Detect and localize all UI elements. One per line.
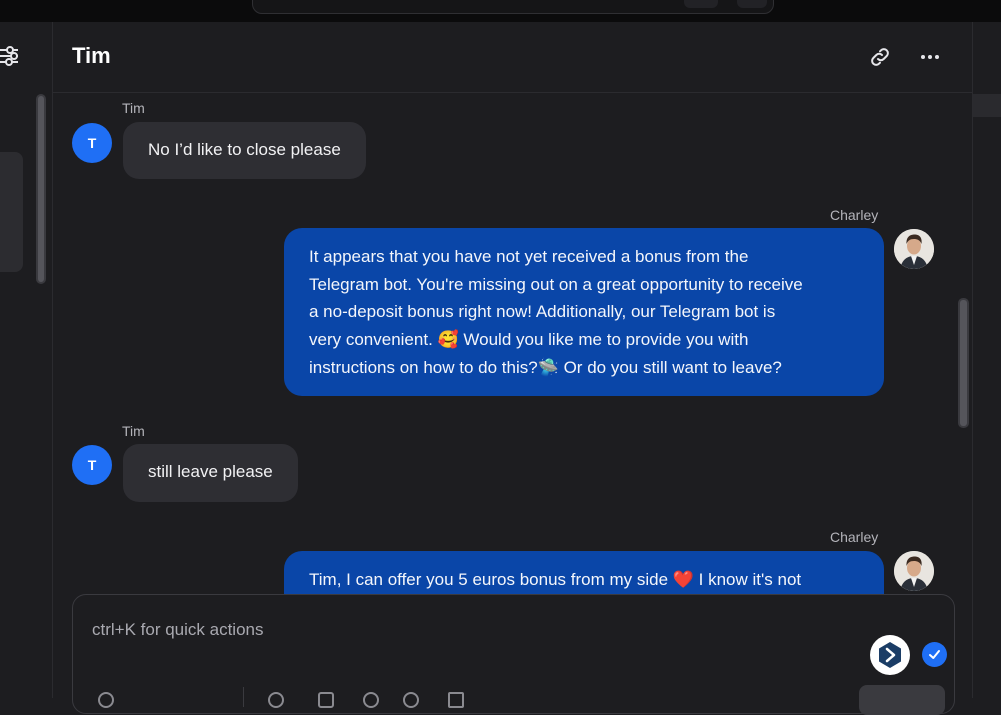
ufo-emoji: 🛸 [537, 358, 559, 378]
message-line: instructions on how to do this?🛸 Or do y… [309, 354, 859, 383]
incoming-message[interactable]: still leave please [123, 444, 298, 502]
search-shortcut-key [737, 0, 767, 8]
message-text: still leave please [148, 462, 273, 481]
incoming-message[interactable]: No I’d like to close please [123, 122, 366, 179]
attach-icon[interactable] [268, 692, 284, 708]
agent-photo [894, 551, 934, 591]
smiling-face-hearts-emoji: 🥰 [437, 329, 459, 350]
emoji-icon[interactable] [98, 692, 114, 708]
send-button[interactable] [859, 685, 945, 715]
avatar[interactable] [894, 229, 934, 269]
red-heart-emoji: ❤️ [672, 570, 694, 590]
link-icon[interactable] [868, 45, 892, 69]
more-icon[interactable] [918, 45, 942, 69]
conversation-list-item[interactable] [0, 152, 23, 272]
help-icon[interactable] [403, 692, 419, 708]
message-text: Tim, I can offer you 5 euros bonus from … [309, 570, 673, 589]
message-line: very convenient. 🥰 Would you like me to … [309, 326, 859, 355]
message-thread-scrollbar[interactable] [958, 298, 969, 428]
conversation-list-panel [0, 22, 53, 698]
avatar[interactable] [894, 551, 934, 591]
message-line: a no-deposit bonus right now! Additional… [309, 302, 776, 321]
message-sender: Charley [830, 207, 879, 223]
toolbar-divider [243, 687, 244, 707]
filter-icon[interactable] [0, 46, 22, 66]
message-text: very convenient. [309, 329, 438, 349]
text-format-icon[interactable] [318, 692, 334, 708]
message-line: Telegram bot. You're missing out on a gr… [309, 274, 803, 294]
message-sender: Tim [122, 423, 145, 439]
message-composer[interactable]: ctrl+K for quick actions [72, 594, 955, 715]
message-sender: Tim [122, 100, 145, 116]
search-shortcut-key [684, 0, 718, 8]
link-insert-icon[interactable] [363, 692, 379, 708]
chat-title: Tim [72, 43, 111, 68]
agent-photo [894, 229, 934, 269]
message-line: Tim, I can offer you 5 euros bonus from … [309, 566, 859, 595]
message-text: Would you like me to provide you with [458, 329, 749, 349]
top-bar [0, 0, 1001, 22]
message-thread: Tim T No I’d like to close please Charle… [53, 93, 972, 598]
side-panel-collapsed [972, 22, 1001, 698]
chat-header: Tim [53, 22, 972, 93]
check-icon[interactable] [922, 642, 947, 667]
message-text: I know it's not [693, 570, 802, 589]
sparkle-icon[interactable] [448, 692, 464, 708]
conversation-list-scrollbar[interactable] [36, 94, 46, 284]
side-panel-thumbnail[interactable] [973, 94, 1001, 117]
outgoing-message[interactable]: It appears that you have not yet receive… [284, 228, 884, 396]
message-text: Or do you still want to leave? [558, 358, 782, 377]
message-text: No I’d like to close please [148, 140, 341, 159]
avatar[interactable]: T [72, 123, 112, 163]
message-line: It appears that you have not yet receive… [309, 247, 749, 266]
message-sender: Charley [830, 529, 879, 545]
outgoing-message[interactable]: Tim, I can offer you 5 euros bonus from … [284, 551, 884, 598]
message-text: instructions on how to do this? [309, 358, 538, 377]
bot-icon[interactable] [870, 635, 910, 675]
avatar[interactable]: T [72, 445, 112, 485]
composer-input[interactable]: ctrl+K for quick actions [92, 620, 264, 640]
